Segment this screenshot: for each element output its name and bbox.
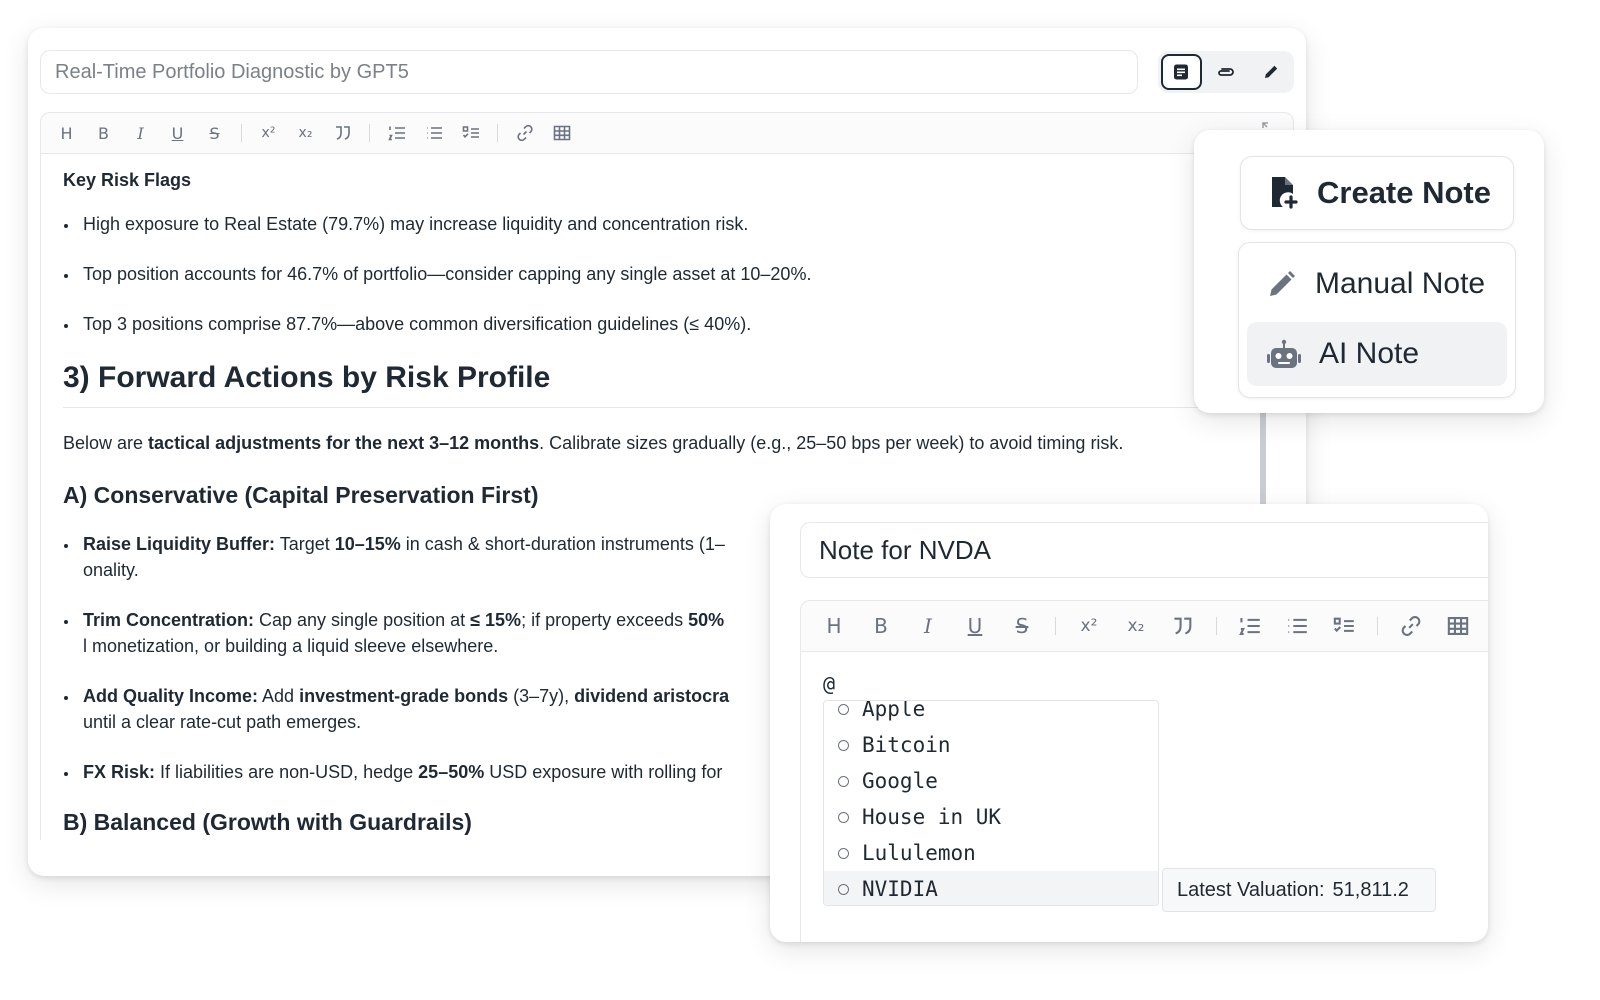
- valuation-value: 51,811.2: [1332, 878, 1409, 901]
- underline-button[interactable]: U: [162, 118, 193, 148]
- ordered-list-icon: [387, 126, 405, 141]
- paperclip-icon: [1218, 68, 1234, 76]
- valuation-label: Latest Valuation:: [1177, 878, 1325, 901]
- file-plus-icon: [1272, 177, 1298, 209]
- task-list-button[interactable]: [1325, 607, 1363, 645]
- document-title-input[interactable]: Real-Time Portfolio Diagnostic by GPT5: [40, 50, 1138, 94]
- task-list-icon: [462, 126, 479, 138]
- pencil-icon: [1270, 271, 1295, 296]
- toolbar-divider: [241, 124, 242, 142]
- toolbar-divider: [369, 124, 370, 142]
- list-item: High exposure to Real Estate (79.7%) may…: [79, 211, 1240, 237]
- risk-flags-heading: Key Risk Flags: [63, 170, 192, 190]
- circle-icon: [838, 775, 849, 787]
- link-button[interactable]: [1392, 607, 1430, 645]
- link-icon: [1401, 616, 1421, 636]
- circle-icon: [838, 847, 849, 859]
- subscript-button[interactable]: x₂: [1117, 607, 1155, 645]
- table-button[interactable]: [1439, 607, 1477, 645]
- suggestion-item[interactable]: Google: [824, 763, 1158, 799]
- task-list-icon: [1333, 617, 1354, 633]
- list-item: Top position accounts for 46.7% of portf…: [79, 261, 1240, 287]
- subscript-button[interactable]: x₂: [290, 118, 321, 148]
- blockquote-button[interactable]: [327, 118, 358, 148]
- superscript-button[interactable]: x²: [1070, 607, 1108, 645]
- suggestion-item-selected[interactable]: NVIDIA: [824, 871, 1158, 905]
- toolbar-divider: [1216, 617, 1217, 635]
- table-icon: [553, 125, 570, 141]
- circle-icon: [838, 739, 849, 751]
- heading-button[interactable]: H: [51, 118, 82, 148]
- bold-button[interactable]: B: [862, 607, 900, 645]
- italic-button[interactable]: I: [125, 118, 156, 148]
- toolbar-divider: [497, 124, 498, 142]
- editor-mode-group: [1158, 51, 1294, 93]
- suggestion-item[interactable]: Bitcoin: [824, 727, 1158, 763]
- bullet-list-icon: [1288, 618, 1307, 634]
- ordered-list-button[interactable]: [1231, 607, 1269, 645]
- edit-button[interactable]: [1250, 54, 1291, 90]
- task-list-button[interactable]: [455, 118, 486, 148]
- table-icon: [1447, 617, 1469, 635]
- ordered-list-icon: [1239, 618, 1260, 635]
- link-button[interactable]: [509, 118, 540, 148]
- bold-button[interactable]: B: [88, 118, 119, 148]
- section-heading: 3) Forward Actions by Risk Profile: [63, 361, 1240, 408]
- formatting-toolbar: H B I U S x² x₂: [800, 600, 1488, 652]
- note-mode-button[interactable]: [1161, 54, 1202, 90]
- create-note-popup: Create Note Manual Note AI Note: [1194, 130, 1544, 413]
- attachment-button[interactable]: [1206, 54, 1247, 90]
- bullet-list-icon: [426, 127, 442, 139]
- blockquote-button[interactable]: [1164, 607, 1202, 645]
- valuation-tooltip: Latest Valuation: 51,811.2: [1162, 868, 1436, 912]
- create-note-label: Create Note: [1317, 175, 1491, 210]
- superscript-button[interactable]: x²: [253, 118, 284, 148]
- heading-button[interactable]: H: [815, 607, 853, 645]
- formatting-toolbar: H B I U S x² x₂: [40, 112, 1294, 154]
- link-icon: [516, 124, 533, 142]
- bullet-list-button[interactable]: [1278, 607, 1316, 645]
- mention-trigger: @: [823, 672, 836, 696]
- manual-note-option[interactable]: Manual Note: [1247, 252, 1507, 316]
- note-type-menu: Manual Note AI Note: [1238, 242, 1516, 398]
- note-title-input[interactable]: Note for NVDA: [800, 522, 1488, 578]
- bullet-list-button[interactable]: [418, 118, 449, 148]
- suggestion-item[interactable]: Apple: [824, 701, 1158, 727]
- toolbar-divider: [1377, 617, 1378, 635]
- risk-flags-list: High exposure to Real Estate (79.7%) may…: [63, 211, 1240, 337]
- manual-note-label: Manual Note: [1315, 267, 1486, 300]
- toolbar-divider: [1055, 617, 1056, 635]
- suggestion-item[interactable]: Lululemon: [824, 835, 1158, 871]
- mention-suggestions: Apple Bitcoin Google House in UK Lululem…: [823, 700, 1159, 906]
- create-note-button[interactable]: Create Note: [1240, 156, 1514, 230]
- ordered-list-button[interactable]: [381, 118, 412, 148]
- suggestion-item[interactable]: House in UK: [824, 799, 1158, 835]
- circle-icon: [838, 703, 849, 715]
- circle-icon: [838, 811, 849, 823]
- pencil-icon: [1264, 65, 1277, 78]
- quote-icon: [335, 126, 350, 140]
- robot-icon: [1267, 339, 1301, 368]
- italic-button[interactable]: I: [909, 607, 947, 645]
- note-icon: [1174, 64, 1189, 80]
- strikethrough-button[interactable]: S: [199, 118, 230, 148]
- list-item: Top 3 positions comprise 87.7%—above com…: [79, 311, 1240, 337]
- table-button[interactable]: [546, 118, 577, 148]
- strikethrough-button[interactable]: S: [1003, 607, 1041, 645]
- circle-icon: [838, 883, 849, 895]
- ai-note-option[interactable]: AI Note: [1247, 322, 1507, 386]
- quote-icon: [1174, 617, 1192, 635]
- underline-button[interactable]: U: [956, 607, 994, 645]
- nvda-note-editor: Note for NVDA H B I U S x² x₂ @ Apple Bi…: [770, 504, 1488, 942]
- intro-paragraph: Below are tactical adjustments for the n…: [63, 433, 1124, 453]
- ai-note-label: AI Note: [1319, 337, 1420, 370]
